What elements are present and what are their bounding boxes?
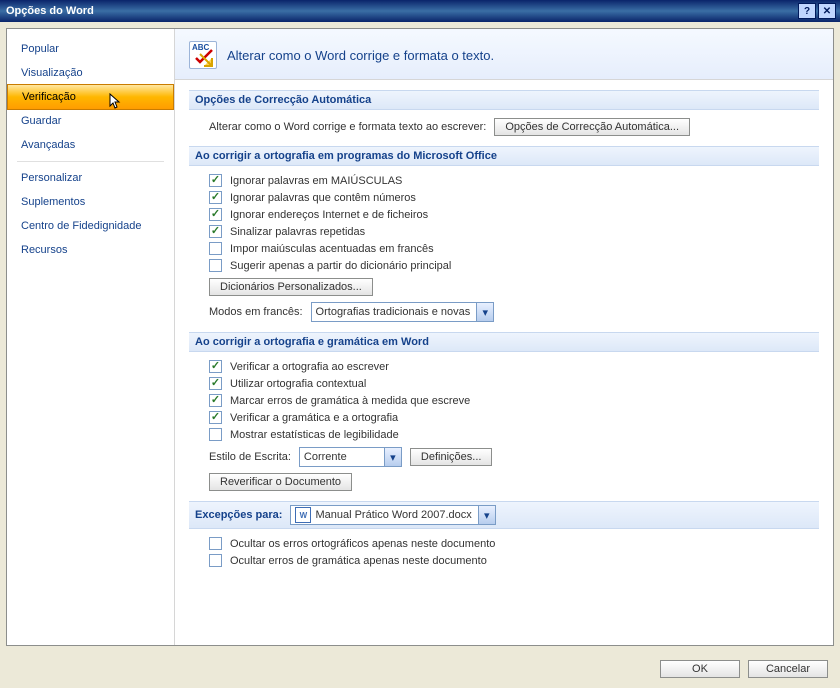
french-modes-label: Modos em francês: bbox=[209, 306, 303, 318]
checkbox-ignore-uppercase[interactable]: Ignorar palavras em MAIÚSCULAS bbox=[209, 174, 819, 187]
window-title: Opções do Word bbox=[6, 5, 798, 17]
checkbox-readability-stats[interactable]: Mostrar estatísticas de legibilidade bbox=[209, 428, 819, 441]
help-button[interactable]: ? bbox=[798, 3, 816, 19]
chevron-down-icon: ▾ bbox=[384, 448, 401, 466]
checkbox-flag-repeated[interactable]: Sinalizar palavras repetidas bbox=[209, 225, 819, 238]
page-title: Alterar como o Word corrige e formata o … bbox=[227, 48, 494, 63]
sidebar: Popular Visualização Verificação Guardar… bbox=[7, 29, 175, 645]
section-exceptions-title: Excepções para: W Manual Prático Word 20… bbox=[189, 501, 819, 529]
cancel-button[interactable]: Cancelar bbox=[748, 660, 828, 678]
autocorrect-desc: Alterar como o Word corrige e formata te… bbox=[209, 121, 486, 133]
sidebar-item-guardar[interactable]: Guardar bbox=[7, 109, 174, 133]
french-modes-dropdown[interactable]: Ortografias tradicionais e novas ▾ bbox=[311, 302, 495, 322]
checkbox-ignore-internet[interactable]: Ignorar endereços Internet e de ficheiro… bbox=[209, 208, 819, 221]
custom-dictionaries-button[interactable]: Dicionários Personalizados... bbox=[209, 278, 373, 296]
exceptions-label: Excepções para: bbox=[195, 509, 282, 521]
sidebar-item-verificacao[interactable]: Verificação bbox=[7, 84, 174, 110]
checkbox-hide-spelling-errors[interactable]: Ocultar os erros ortográficos apenas nes… bbox=[209, 537, 819, 550]
section-word-spelling-title: Ao corrigir a ortografia e gramática em … bbox=[189, 332, 819, 352]
checkbox-check-spelling[interactable]: Verificar a ortografia ao escrever bbox=[209, 360, 819, 373]
checkbox-french-uppercase[interactable]: Impor maiúsculas acentuadas em francês bbox=[209, 242, 819, 255]
sidebar-item-suplementos[interactable]: Suplementos bbox=[7, 190, 174, 214]
sidebar-item-personalizar[interactable]: Personalizar bbox=[7, 166, 174, 190]
checkbox-main-dictionary-only[interactable]: Sugerir apenas a partir do dicionário pr… bbox=[209, 259, 819, 272]
checkbox-check-grammar-spelling[interactable]: Verificar a gramática e a ortografia bbox=[209, 411, 819, 424]
sidebar-item-recursos[interactable]: Recursos bbox=[7, 238, 174, 262]
sidebar-item-avancadas[interactable]: Avançadas bbox=[7, 133, 174, 157]
writing-style-dropdown[interactable]: Corrente ▾ bbox=[299, 447, 402, 467]
dialog-footer: OK Cancelar bbox=[0, 652, 840, 688]
section-office-spelling-title: Ao corrigir a ortografia em programas do… bbox=[189, 146, 819, 166]
sidebar-item-visualizacao[interactable]: Visualização bbox=[7, 61, 174, 85]
proofing-icon: ABC bbox=[189, 41, 217, 69]
checkbox-hide-grammar-errors[interactable]: Ocultar erros de gramática apenas neste … bbox=[209, 554, 819, 567]
sidebar-item-fidedignidade[interactable]: Centro de Fidedignidade bbox=[7, 214, 174, 238]
autocorrect-options-button[interactable]: Opções de Correcção Automática... bbox=[494, 118, 690, 136]
section-autocorrect-title: Opções de Correcção Automática bbox=[189, 90, 819, 110]
checkbox-mark-grammar[interactable]: Marcar erros de gramática à medida que e… bbox=[209, 394, 819, 407]
title-bar: Opções do Word ? ✕ bbox=[0, 0, 840, 22]
cursor-icon bbox=[109, 93, 123, 111]
recheck-document-button[interactable]: Reverificar o Documento bbox=[209, 473, 352, 491]
close-button[interactable]: ✕ bbox=[818, 3, 836, 19]
exceptions-document-dropdown[interactable]: W Manual Prático Word 2007.docx ▾ bbox=[290, 505, 495, 525]
word-doc-icon: W bbox=[295, 507, 311, 523]
chevron-down-icon: ▾ bbox=[478, 506, 495, 524]
checkbox-ignore-numbers[interactable]: Ignorar palavras que contêm números bbox=[209, 191, 819, 204]
ok-button[interactable]: OK bbox=[660, 660, 740, 678]
sidebar-item-popular[interactable]: Popular bbox=[7, 37, 174, 61]
sidebar-item-label: Verificação bbox=[22, 91, 76, 103]
writing-style-label: Estilo de Escrita: bbox=[209, 451, 291, 463]
chevron-down-icon: ▾ bbox=[476, 303, 493, 321]
page-header: ABC Alterar como o Word corrige e format… bbox=[175, 29, 833, 80]
checkbox-contextual-spelling[interactable]: Utilizar ortografia contextual bbox=[209, 377, 819, 390]
settings-definitions-button[interactable]: Definições... bbox=[410, 448, 493, 466]
